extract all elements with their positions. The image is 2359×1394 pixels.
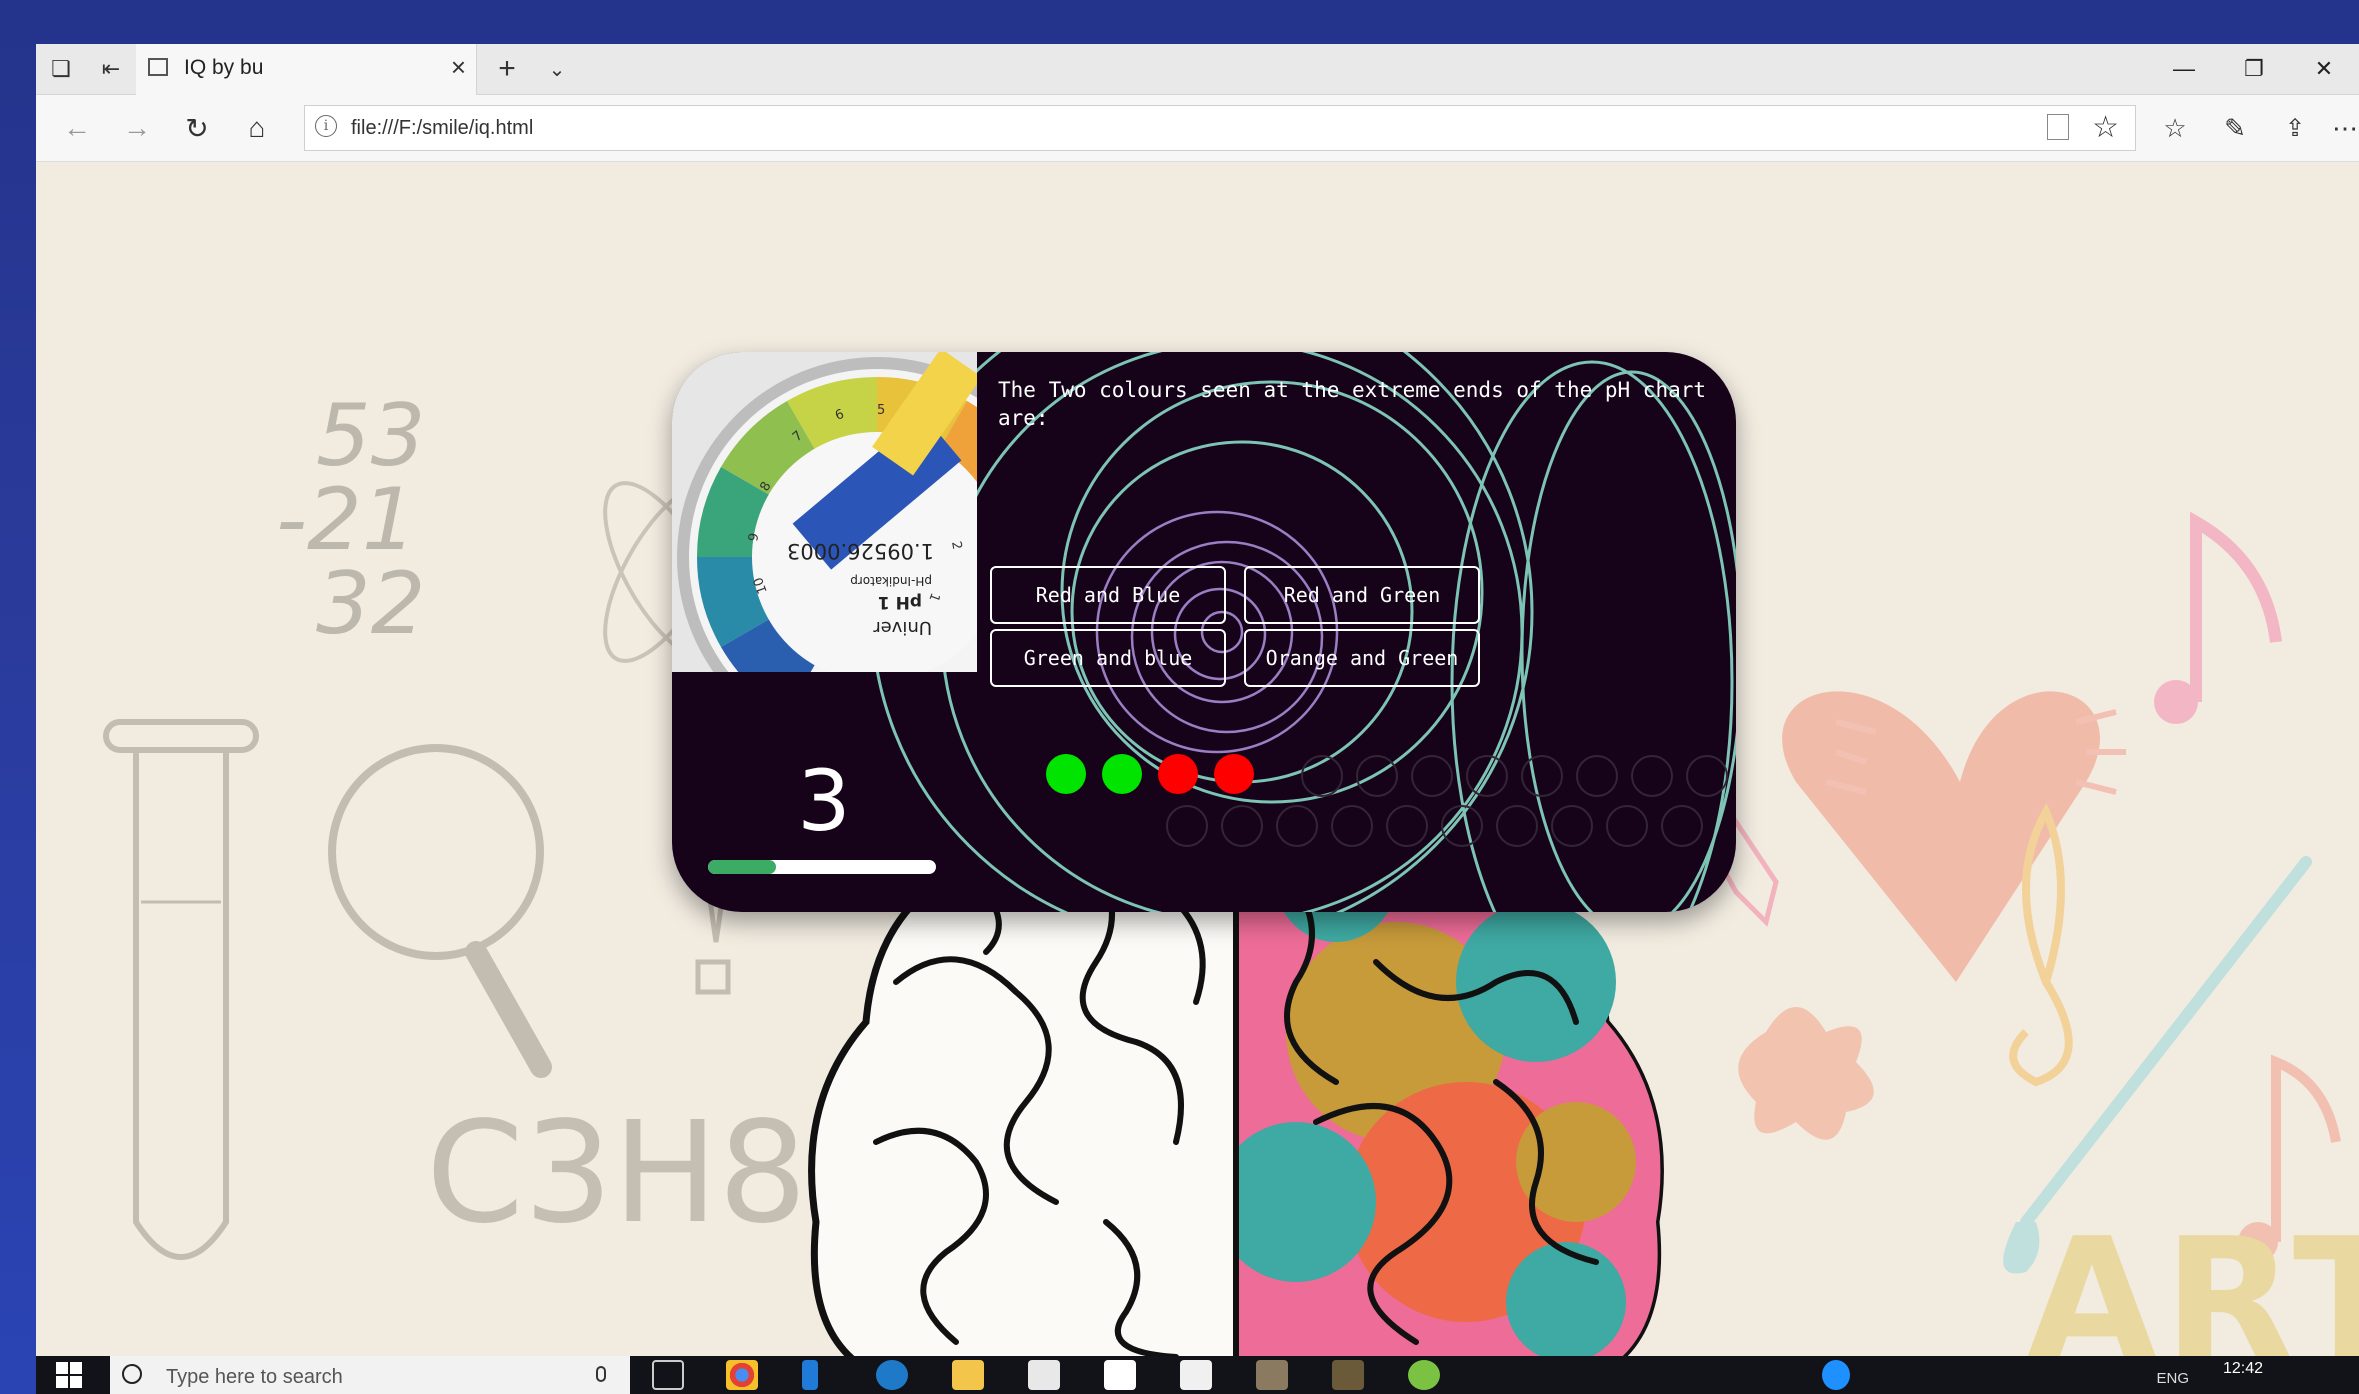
visual-studio-icon[interactable] bbox=[802, 1360, 818, 1390]
share-icon[interactable]: ⇪ bbox=[2270, 103, 2320, 153]
timer-progress-fill bbox=[708, 860, 777, 874]
forward-arrow-icon[interactable]: → bbox=[112, 103, 162, 153]
chevron-down-icon[interactable]: ⌄ bbox=[532, 44, 582, 94]
windows-start-icon[interactable] bbox=[56, 1362, 82, 1388]
taskbar-search[interactable]: Type here to search bbox=[110, 1356, 630, 1394]
back-arrow-icon[interactable]: ← bbox=[52, 103, 102, 153]
address-bar[interactable]: i file:///F:/smile/iq.html ☆ bbox=[304, 105, 2136, 151]
quiz-card: 8 9 10 7 6 5 2 1 Univer pH 1 pH-Indikato… bbox=[672, 352, 1736, 912]
tab-actions-icon[interactable]: ❏ bbox=[36, 44, 86, 94]
result-dot-wrong bbox=[1214, 754, 1254, 794]
app-icon[interactable] bbox=[1256, 1360, 1288, 1390]
file-explorer-icon[interactable] bbox=[952, 1360, 984, 1390]
refresh-icon[interactable]: ↻ bbox=[172, 103, 222, 153]
question-text: The Two colours seen at the extreme ends… bbox=[998, 378, 1707, 430]
utorrent-icon[interactable] bbox=[1408, 1360, 1440, 1390]
answer-button-red-green[interactable]: Red and Green bbox=[1244, 566, 1480, 624]
ph-scale-5: 5 bbox=[877, 403, 885, 418]
language-indicator[interactable]: ENG bbox=[2156, 1370, 2189, 1387]
tab-title: IQ by bu bbox=[184, 56, 264, 79]
reading-view-icon[interactable] bbox=[2047, 114, 2069, 140]
microphone-icon[interactable] bbox=[596, 1366, 606, 1382]
minimize-icon[interactable]: — bbox=[2149, 44, 2219, 94]
indicator-label: pH-Indikatorp bbox=[850, 574, 932, 588]
universal-label: Univer bbox=[873, 617, 932, 638]
ph-label: pH 1 bbox=[878, 592, 922, 612]
mail-icon[interactable] bbox=[1180, 1360, 1212, 1390]
task-view-icon[interactable] bbox=[652, 1360, 684, 1390]
restore-icon[interactable]: ❐ bbox=[2219, 44, 2289, 94]
chrome-icon[interactable] bbox=[726, 1360, 758, 1390]
result-dot-wrong bbox=[1158, 754, 1198, 794]
ph-indicator-image: 8 9 10 7 6 5 2 1 Univer pH 1 pH-Indikato… bbox=[672, 352, 977, 672]
close-icon[interactable]: × bbox=[451, 52, 466, 83]
math-line-1: 53 bbox=[316, 386, 426, 486]
page-favicon-icon bbox=[148, 58, 168, 76]
favorites-list-icon[interactable]: ☆ bbox=[2150, 103, 2200, 153]
answer-button-red-blue[interactable]: Red and Blue bbox=[990, 566, 1226, 624]
store-icon[interactable] bbox=[1028, 1360, 1060, 1390]
result-dot-correct bbox=[1102, 754, 1142, 794]
chem-doodle: C3H8 bbox=[426, 1092, 808, 1255]
browser-window: ❏ ⇤ IQ by bu × + ⌄ — ❐ ✕ ← → ↻ ⌂ i file:… bbox=[36, 44, 2359, 1356]
clock[interactable]: 12:42 bbox=[2223, 1360, 2263, 1378]
search-icon bbox=[122, 1364, 142, 1384]
catalog-number: 1.09526.0003 bbox=[787, 539, 934, 563]
new-tab-icon[interactable]: + bbox=[482, 44, 532, 94]
edge-icon[interactable] bbox=[876, 1360, 908, 1390]
ph-dial-graphic: 8 9 10 7 6 5 2 1 Univer pH 1 pH-Indikato… bbox=[672, 352, 977, 672]
dropbox-icon[interactable] bbox=[1104, 1360, 1136, 1390]
answer-button-orange-green[interactable]: Orange and Green bbox=[1244, 629, 1480, 687]
question-counter: 3 bbox=[797, 752, 851, 850]
page-content: 53 -21 32 C3H8 ART 8 9 10 7 6 5 2 1 Univ… bbox=[36, 162, 2359, 1356]
title-bar: ❏ ⇤ IQ by bu × + ⌄ — ❐ ✕ bbox=[36, 44, 2359, 95]
taskbar: Type here to search ENG 12:42 bbox=[36, 1356, 2359, 1394]
game-icon[interactable] bbox=[1332, 1360, 1364, 1390]
url-text[interactable]: file:///F:/smile/iq.html bbox=[351, 117, 533, 140]
navigation-bar: ← → ↻ ⌂ i file:///F:/smile/iq.html ☆ ☆ ✎… bbox=[36, 95, 2359, 162]
star-icon[interactable]: ☆ bbox=[2092, 110, 2119, 145]
pen-icon[interactable]: ✎ bbox=[2210, 103, 2260, 153]
more-icon[interactable]: ⋯ bbox=[2320, 103, 2359, 153]
info-icon[interactable]: i bbox=[315, 115, 337, 137]
art-doodle: ART bbox=[2026, 1202, 2359, 1356]
help-icon[interactable] bbox=[1822, 1360, 1850, 1390]
tab-iq[interactable]: IQ by bu × bbox=[136, 44, 477, 95]
math-line-3: 32 bbox=[316, 554, 426, 654]
math-doodle: 53 -21 32 bbox=[276, 386, 426, 654]
math-line-2: -21 bbox=[276, 470, 417, 570]
answer-button-green-blue[interactable]: Green and blue bbox=[990, 629, 1226, 687]
search-placeholder[interactable]: Type here to search bbox=[166, 1366, 343, 1389]
home-icon[interactable]: ⌂ bbox=[232, 103, 282, 153]
result-dot-correct bbox=[1046, 754, 1086, 794]
timer-progress-bar bbox=[708, 860, 936, 874]
window-close-icon[interactable]: ✕ bbox=[2289, 44, 2359, 94]
set-aside-tabs-icon[interactable]: ⇤ bbox=[86, 44, 136, 94]
